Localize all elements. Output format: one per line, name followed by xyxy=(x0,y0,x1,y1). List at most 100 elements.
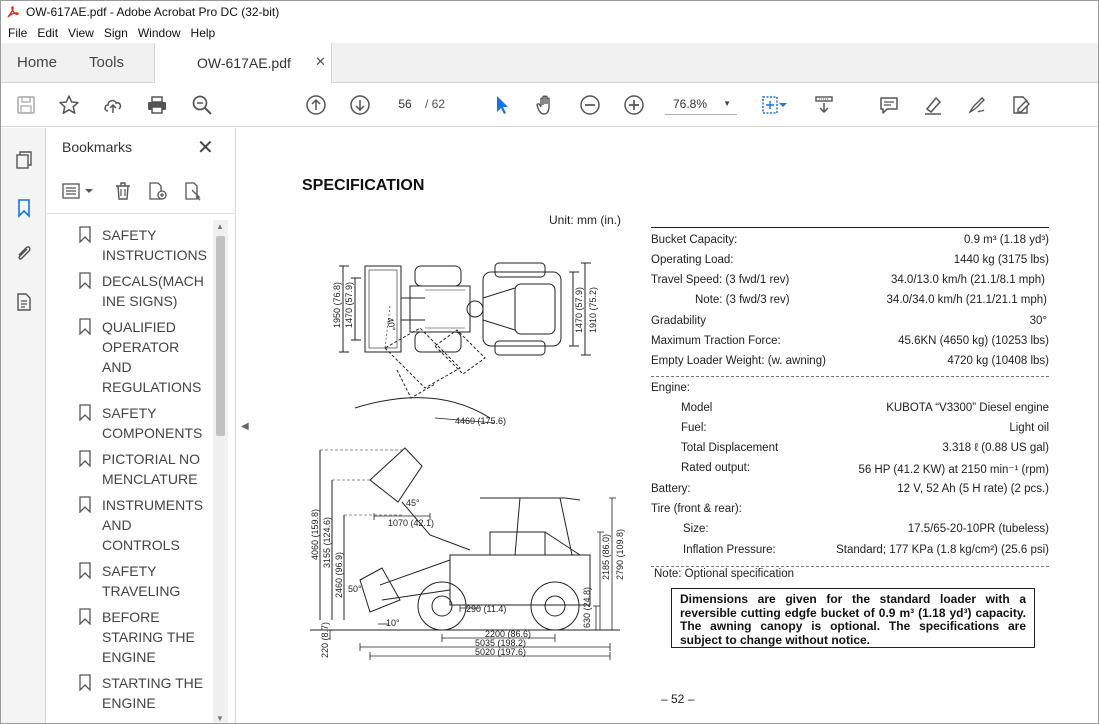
tab-document[interactable]: OW-617AE.pdf ✕ xyxy=(154,43,332,84)
bookmark-safety-instructions[interactable]: SAFETY INSTRUCTIONS xyxy=(47,225,207,265)
spec-row: Inflation Pressure: Standard; 177 KPa (1… xyxy=(651,544,1049,560)
spec-value: 17.5/65-20-10PR (tubeless) xyxy=(907,523,1049,535)
scroll-up-icon[interactable]: ▲ xyxy=(216,222,224,231)
spec-row: Travel Speed: (3 fwd/1 rev) 34.0/13.0 km… xyxy=(651,274,1049,290)
spec-label: Total Displacement xyxy=(681,442,779,454)
spec-label: Note: (3 fwd/3 rev) xyxy=(695,294,790,306)
edit-pdf-icon[interactable] xyxy=(1008,92,1034,118)
scroll-thumb[interactable] xyxy=(216,236,225,436)
highlight-pen-icon[interactable] xyxy=(920,92,946,118)
bookmark-icon xyxy=(79,318,91,335)
zoom-level-dropdown[interactable]: 76.8% ▼ xyxy=(665,93,737,115)
dim-2185: 2185 (86.0) xyxy=(601,534,611,580)
bookmark-label: SAFETY INSTRUCTIONS xyxy=(102,227,207,263)
bookmarks-scrollbar[interactable]: ▲ ▼ xyxy=(213,220,228,723)
tab-tools[interactable]: Tools xyxy=(89,54,124,71)
comment-icon[interactable] xyxy=(876,92,902,118)
bookmark-label: STARTING THE ENGINE xyxy=(102,675,204,711)
spec-row: Rated output: 56 HP (41.2 KW) at 2150 mi… xyxy=(651,462,1049,478)
bookmarks-title: Bookmarks xyxy=(62,139,133,155)
print-icon[interactable] xyxy=(144,92,170,118)
attachments-icon[interactable] xyxy=(12,241,36,265)
dim-4060: 4060 (159.8) xyxy=(310,509,320,560)
hand-tool-icon[interactable] xyxy=(533,92,559,118)
dim-5020: 5020 (197.6) xyxy=(475,647,526,657)
options-menu-icon[interactable] xyxy=(61,179,95,203)
dim-4460: 4460 (175.6) xyxy=(455,416,506,426)
bookmark-icon xyxy=(79,226,91,243)
menu-file[interactable]: File xyxy=(8,26,27,40)
spec-value: Light oil xyxy=(1009,422,1049,434)
bookmarks-icon[interactable] xyxy=(12,196,36,220)
document-icon[interactable] xyxy=(12,290,36,314)
spec-value: 34.0/13.0 km/h (21.1/8.1 mph) xyxy=(890,274,1045,286)
bookmark-icon xyxy=(79,496,91,513)
bookmark-decals[interactable]: DECALS(MACHINE SIGNS) xyxy=(47,271,207,311)
fill-sign-icon[interactable] xyxy=(964,92,990,118)
window-title: OW-617AE.pdf - Adobe Acrobat Pro DC (32-… xyxy=(26,5,280,19)
cloud-upload-icon[interactable] xyxy=(100,92,126,118)
top-view-drawing: 1950 (76.8) 1470 (57.9) 40° 1470 (57.9) … xyxy=(332,262,598,426)
dim-290: 290 (11.4) xyxy=(466,604,506,614)
bookmark-icon xyxy=(79,404,91,421)
scroll-mode-icon[interactable] xyxy=(811,92,837,118)
star-icon[interactable] xyxy=(56,92,82,118)
spec-value: Standard; 177 KPa (1.8 kg/cm²) (25.6 psi… xyxy=(836,544,1049,556)
new-bookmark-icon[interactable] xyxy=(145,179,169,203)
bookmark-starting-engine[interactable]: STARTING THE ENGINE xyxy=(47,673,207,713)
menu-view[interactable]: View xyxy=(68,26,94,40)
spec-row: Fuel: Light oil xyxy=(651,422,1049,438)
spec-value: 12 V, 52 Ah (5 H rate) (2 pcs.) xyxy=(897,483,1049,495)
bookmark-safety-traveling[interactable]: SAFETY TRAVELING xyxy=(47,561,207,601)
save-icon[interactable] xyxy=(13,92,39,118)
page-down-icon[interactable] xyxy=(347,92,373,118)
zoom-out-icon[interactable] xyxy=(577,92,603,118)
dim-2460: 2460 (96.9) xyxy=(334,552,344,598)
bookmarks-list: SAFETY INSTRUCTIONS DECALS(MACHINE SIGNS… xyxy=(47,225,213,723)
search-icon[interactable] xyxy=(189,92,215,118)
page-number-input[interactable]: 56 xyxy=(390,93,420,115)
menu-window[interactable]: Window xyxy=(138,26,181,40)
bookmark-pictorial-nomenclature[interactable]: PICTORIAL NOMENCLATURE xyxy=(47,449,207,489)
scroll-down-icon[interactable]: ▼ xyxy=(216,714,224,723)
spec-label: Empty Loader Weight: (w. awning) xyxy=(651,355,826,367)
spec-value: 1440 kg (3175 lbs) xyxy=(953,254,1049,266)
tab-home[interactable]: Home xyxy=(17,54,57,71)
delete-bookmark-icon[interactable] xyxy=(111,179,135,203)
zoom-in-icon[interactable] xyxy=(621,92,647,118)
spec-label: Battery: xyxy=(651,483,691,495)
spec-label: Travel Speed: (3 fwd/1 rev) xyxy=(651,274,790,286)
dim-angle-45: 45° xyxy=(406,498,420,508)
spec-row: Maximum Traction Force: 45.6KN (4650 kg)… xyxy=(651,335,1049,351)
page-up-icon[interactable] xyxy=(303,92,329,118)
bookmark-instruments-controls[interactable]: INSTRUMENTS AND CONTROLS xyxy=(47,495,207,555)
bookmark-qualified-operator[interactable]: QUALIFIED OPERATOR AND REGULATIONS xyxy=(47,317,211,397)
bookmark-icon xyxy=(79,450,91,467)
collapse-panel-icon[interactable]: ◀ xyxy=(241,421,249,432)
bookmark-safety-components[interactable]: SAFETY COMPONENTS xyxy=(47,403,207,443)
unit-label: Unit: mm (in.) xyxy=(549,213,621,227)
select-cursor-icon[interactable] xyxy=(489,92,515,118)
bookmark-label: INSTRUMENTS AND CONTROLS xyxy=(102,497,204,553)
dim-1950: 1950 (76.8) xyxy=(332,282,342,328)
page-heading: SPECIFICATION xyxy=(302,177,425,194)
bookmark-before-starting[interactable]: BEFORE STARING THE ENGINE xyxy=(47,607,207,667)
close-icon[interactable]: ✕ xyxy=(197,135,214,160)
tab-bar: Home Tools OW-617AE.pdf ✕ xyxy=(1,43,1098,84)
bookmarks-toolbar xyxy=(47,174,235,214)
page-thumbnails-icon[interactable] xyxy=(12,148,36,172)
fit-page-chevron-icon[interactable] xyxy=(777,92,789,118)
acrobat-logo-icon xyxy=(6,5,20,19)
panel-splitter[interactable]: ◀ xyxy=(235,128,255,723)
dim-1470-left: 1470 (57.9) xyxy=(344,282,354,328)
tab-close-icon[interactable]: ✕ xyxy=(315,54,326,70)
menu-edit[interactable]: Edit xyxy=(37,26,58,40)
menu-help[interactable]: Help xyxy=(191,26,216,40)
document-view[interactable]: SPECIFICATION Unit: mm (in.) 1950 (76.8)… xyxy=(255,128,1098,723)
side-view-drawing: 4060 (159.8) 3155 (124.6) 2460 (96.9) 45… xyxy=(310,447,625,660)
find-bookmark-icon[interactable] xyxy=(181,179,205,203)
menu-sign[interactable]: Sign xyxy=(104,26,128,40)
tab-document-label: OW-617AE.pdf xyxy=(197,55,291,71)
spec-value: 45.6KN (4650 kg) (10253 lbs) xyxy=(898,335,1049,347)
spec-label: Maximum Traction Force: xyxy=(651,335,781,347)
